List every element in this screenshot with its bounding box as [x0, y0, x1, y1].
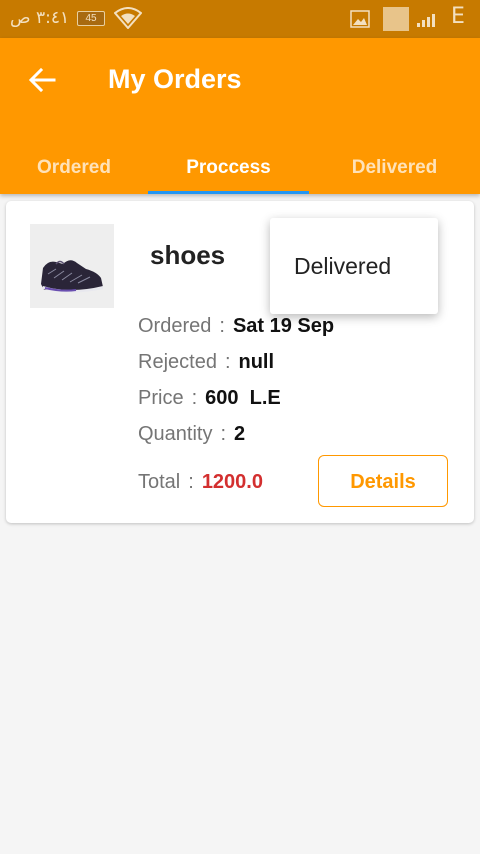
- status-time: ٣:٤١ ص: [10, 8, 70, 28]
- wifi-icon: [114, 7, 142, 29]
- tab-ordered[interactable]: Ordered: [0, 144, 148, 194]
- app-bar: My Orders Ordered Proccess Delivered: [0, 38, 480, 194]
- total-label: Total: [138, 471, 181, 493]
- menu-item-delivered[interactable]: Delivered: [294, 253, 391, 280]
- network-type: E: [451, 4, 465, 29]
- arrow-back-icon[interactable]: [26, 64, 58, 96]
- quantity-row: Quantity:2: [138, 423, 245, 446]
- total-row: Total:1200.0: [138, 471, 263, 494]
- ordered-row: Ordered: Sat 19 Sep: [138, 315, 334, 338]
- tab-proccess[interactable]: Proccess: [148, 144, 309, 194]
- product-image: [30, 224, 114, 308]
- separator: :: [188, 471, 194, 493]
- separator: :: [191, 387, 198, 409]
- quantity-label: Quantity: [138, 423, 213, 445]
- battery-icon: 45: [77, 11, 105, 26]
- status-popup-menu: Delivered: [270, 218, 438, 314]
- rejected-label: Rejected: [138, 351, 217, 373]
- notification-thumbnail: [383, 7, 409, 31]
- rejected-row: Rejected: null: [138, 351, 274, 374]
- shoe-icon: [41, 260, 103, 293]
- tab-bar: Ordered Proccess Delivered: [0, 144, 480, 194]
- signal-icon: [417, 14, 435, 27]
- ordered-label: Ordered: [138, 315, 212, 337]
- page-title: My Orders: [108, 64, 242, 94]
- quantity-value: 2: [234, 423, 246, 445]
- price-label: Price: [138, 387, 184, 409]
- separator: :: [220, 423, 227, 445]
- rejected-value: null: [238, 351, 275, 373]
- product-name: shoes: [150, 240, 226, 270]
- total-value: 1200.0: [201, 471, 263, 493]
- ordered-value: Sat 19 Sep: [232, 315, 335, 337]
- image-icon: [350, 10, 370, 28]
- details-button[interactable]: Details: [318, 455, 448, 507]
- separator: :: [224, 351, 231, 373]
- price-row: Price:600 L.E: [138, 387, 281, 410]
- tab-indicator: [148, 191, 309, 194]
- status-bar: ٣:٤١ ص 45 E: [0, 0, 480, 38]
- separator: :: [219, 315, 225, 337]
- tab-delivered[interactable]: Delivered: [309, 144, 480, 194]
- price-value: 600 L.E: [205, 387, 281, 409]
